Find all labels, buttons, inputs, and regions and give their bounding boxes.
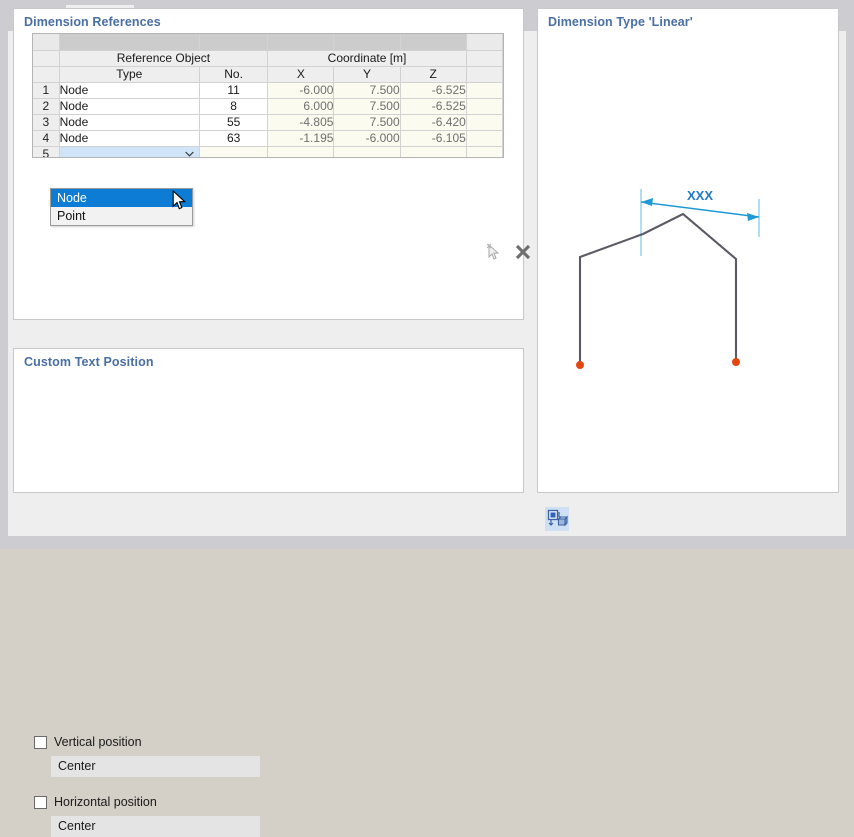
dimension-line <box>640 201 760 218</box>
table-header-row-top: Reference Object Coordinate [m] <box>33 50 503 67</box>
vertical-position-value: Center <box>58 759 96 773</box>
cell-no[interactable]: 11 <box>199 82 269 99</box>
toggle-render-mode-button[interactable] <box>545 507 569 531</box>
cell-type[interactable]: Node <box>59 82 201 99</box>
cell-y: -6.000 <box>333 130 401 147</box>
cell-y: 7.500 <box>333 98 401 115</box>
chevron-down-icon[interactable] <box>185 151 194 157</box>
header-coordinate: Coordinate [m] <box>267 50 467 67</box>
frame-outline <box>578 212 738 365</box>
table-row[interactable]: 1 Node 11 -6.000 7.500 -6.525 <box>33 82 503 99</box>
row-number[interactable]: 2 <box>33 98 60 115</box>
cell-z: -6.105 <box>400 130 467 147</box>
right-edge-filler <box>846 31 854 536</box>
cell-y: 7.500 <box>333 82 401 99</box>
custom-text-position-group: Custom Text Position Vertical position C… <box>13 348 524 837</box>
cell-pad <box>466 146 503 157</box>
delete-row-button[interactable] <box>512 241 534 263</box>
horizontal-position-label: Horizontal position <box>54 795 157 809</box>
header-pad <box>466 66 503 83</box>
dimension-references-title: Dimension References <box>24 15 161 29</box>
horizontal-position-value: Center <box>58 819 96 833</box>
dimension-preview-graphic[interactable]: XXX <box>538 31 838 471</box>
header-band-no <box>199 34 269 51</box>
left-edge-filler <box>0 31 8 536</box>
row-number[interactable]: 5 <box>33 146 60 157</box>
row-number[interactable]: 4 <box>33 130 60 147</box>
dropdown-option-node[interactable]: Node <box>51 189 192 207</box>
cell-no[interactable]: 8 <box>199 98 269 115</box>
dimension-value-text: XXX <box>687 188 713 203</box>
vertical-position-field[interactable]: Center <box>51 756 260 777</box>
cell-no[interactable]: 55 <box>199 114 269 131</box>
dimension-references-group: Dimension References Reference Object Co… <box>13 8 531 320</box>
type-combobox-inner[interactable] <box>60 147 199 157</box>
dimension-references-table[interactable]: Reference Object Coordinate [m] Type No.… <box>32 33 504 158</box>
row-number[interactable]: 1 <box>33 82 60 99</box>
header-no[interactable]: No. <box>199 66 269 83</box>
header-rownum-corner <box>33 50 60 67</box>
dimension-arrow-right-icon <box>747 213 759 221</box>
cell-z: -6.525 <box>400 82 467 99</box>
cell-pad <box>466 114 503 131</box>
type-combobox[interactable] <box>58 145 201 157</box>
table-row[interactable]: 2 Node 8 6.000 7.500 -6.525 <box>33 98 503 115</box>
custom-text-position-title: Custom Text Position <box>24 355 154 369</box>
table-row-editing[interactable]: 5 <box>33 145 503 157</box>
cell-pad <box>466 130 503 147</box>
header-y[interactable]: Y <box>333 66 401 83</box>
dropdown-option-point[interactable]: Point <box>51 207 192 225</box>
support-node-right <box>732 358 740 366</box>
table-header-row-sub: Type No. X Y Z <box>33 66 503 83</box>
cell-type[interactable]: Node <box>59 130 201 147</box>
dimension-preview-group: Dimension Type 'Linear' XXX <box>537 8 839 531</box>
header-rownum <box>33 66 60 83</box>
table-header-band <box>33 34 503 51</box>
cell-z <box>400 146 467 157</box>
bottom-edge-filler <box>0 536 854 549</box>
cell-x <box>267 146 335 157</box>
header-reference-object: Reference Object <box>59 50 269 67</box>
cell-pad <box>466 98 503 115</box>
cell-no[interactable]: 63 <box>199 130 269 147</box>
header-band-y <box>333 34 401 51</box>
cell-x: -1.195 <box>267 130 335 147</box>
cell-type[interactable]: Node <box>59 98 201 115</box>
cell-x: -4.805 <box>267 114 335 131</box>
header-corner <box>33 34 60 51</box>
type-dropdown-list[interactable]: Node Point <box>50 188 193 226</box>
header-x[interactable]: X <box>267 66 335 83</box>
cell-pad <box>466 82 503 99</box>
header-band-pad <box>466 34 503 51</box>
dimension-arrow-left-icon <box>641 198 653 206</box>
header-type[interactable]: Type <box>59 66 201 83</box>
cell-z: -6.420 <box>400 114 467 131</box>
dimension-preview-title: Dimension Type 'Linear' <box>548 15 693 29</box>
dialog-root: Main Position Dimension References <box>0 0 854 837</box>
horizontal-position-checkbox[interactable] <box>34 796 47 809</box>
cell-type[interactable]: Node <box>59 114 201 131</box>
support-node-left <box>576 361 584 369</box>
cell-y <box>333 146 401 157</box>
cell-y: 7.500 <box>333 114 401 131</box>
cell-no[interactable] <box>199 146 269 157</box>
header-band-type <box>59 34 201 51</box>
cell-x: 6.000 <box>267 98 335 115</box>
row-number[interactable]: 3 <box>33 114 60 131</box>
header-band-z <box>400 34 467 51</box>
header-z[interactable]: Z <box>400 66 467 83</box>
cell-z: -6.525 <box>400 98 467 115</box>
vertical-position-label: Vertical position <box>54 735 142 749</box>
table-row[interactable]: 4 Node 63 -1.195 -6.000 -6.105 <box>33 130 503 147</box>
table-row[interactable]: 3 Node 55 -4.805 7.500 -6.420 <box>33 114 503 131</box>
header-band-x <box>267 34 335 51</box>
header-pad-top <box>466 50 503 67</box>
horizontal-position-field[interactable]: Center <box>51 816 260 837</box>
pick-in-graphics-button[interactable] <box>482 241 504 263</box>
vertical-position-checkbox[interactable] <box>34 736 47 749</box>
cell-x: -6.000 <box>267 82 335 99</box>
